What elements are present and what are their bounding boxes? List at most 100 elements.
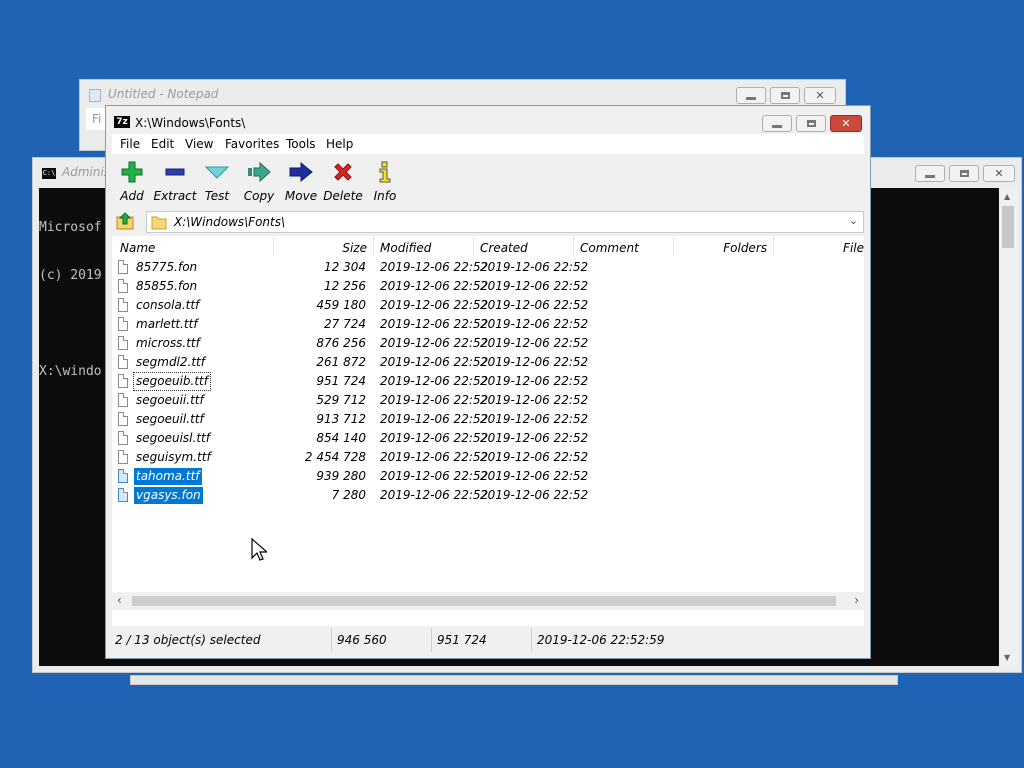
file-row[interactable]: segoeuisl.ttf 854 140 2019-12-06 22:52 2019… — [112, 429, 864, 448]
file-icon — [118, 336, 128, 350]
column-header-modified[interactable]: Modified — [374, 236, 474, 256]
notepad-menu-file[interactable]: Fi — [92, 112, 101, 126]
file-row[interactable]: 85775.fon 12 304 2019-12-06 22:52 2019-12-0… — [112, 258, 864, 277]
menu-view[interactable]: View — [185, 137, 213, 151]
file-created: 2019-12-06 22:52 — [480, 355, 589, 369]
plus-icon — [121, 161, 143, 183]
file-row[interactable]: segoeuil.ttf 913 712 2019-12-06 22:52 2019-… — [112, 410, 864, 429]
file-list-horizontal-scrollbar[interactable]: ‹ › — [112, 592, 864, 610]
file-modified: 2019-12-06 22:52 — [380, 469, 489, 483]
minimize-icon — [746, 97, 756, 100]
scroll-up-arrow-icon[interactable]: ▲ — [1004, 192, 1010, 201]
file-icon — [118, 469, 128, 483]
column-header-created[interactable]: Created — [474, 236, 574, 256]
sevenzip-titlebar[interactable]: 7z X:\Windows\Fonts\ ✕ — [106, 106, 870, 134]
scroll-down-arrow-icon[interactable]: ▼ — [1004, 653, 1010, 662]
status-bar: 2 / 13 object(s) selected 946 560 951 72… — [112, 628, 864, 652]
file-modified: 2019-12-06 22:52 — [380, 450, 489, 464]
file-modified: 2019-12-06 22:52 — [380, 317, 489, 331]
address-bar: X:\Windows\Fonts\ ⌄ — [112, 209, 864, 235]
file-name: segoeuisl.ttf — [136, 431, 210, 445]
sevenzip-window[interactable]: 7z X:\Windows\Fonts\ ✕ File Edit View Fa… — [105, 105, 871, 659]
horizontal-scroll-thumb[interactable] — [132, 596, 836, 606]
maximize-icon — [806, 120, 816, 127]
file-list[interactable]: Name Size Modified Created Comment Folde… — [112, 236, 864, 626]
close-icon: ✕ — [815, 89, 825, 102]
file-name: segoeuib.ttf — [133, 372, 211, 391]
menu-file[interactable]: File — [120, 137, 140, 151]
notepad-minimize-button[interactable] — [736, 87, 766, 104]
delete-button[interactable]: Delete — [321, 161, 365, 203]
file-modified: 2019-12-06 22:52 — [380, 412, 489, 426]
copy-button[interactable]: Copy — [237, 161, 281, 203]
file-created: 2019-12-06 22:52 — [480, 469, 589, 483]
file-size: 951 724 — [316, 374, 366, 388]
column-header-files[interactable]: File — [774, 236, 864, 256]
chevron-down-icon[interactable]: ⌄ — [849, 214, 858, 227]
file-icon — [118, 393, 128, 407]
background-window-bottom-edge — [130, 675, 898, 685]
console-close-button[interactable]: ✕ — [983, 165, 1015, 182]
move-arrow-icon — [289, 161, 313, 183]
scroll-left-arrow-icon[interactable]: ‹ — [117, 593, 122, 607]
scroll-right-arrow-icon[interactable]: › — [854, 593, 859, 607]
column-header-name[interactable]: Name — [112, 236, 274, 256]
file-row[interactable]: seguisym.ttf 2 454 728 2019-12-06 22:52 201… — [112, 448, 864, 467]
maximize-icon — [959, 170, 969, 177]
file-size: 939 280 — [316, 469, 366, 483]
notepad-titlebar[interactable]: Untitled - Notepad ✕ — [80, 80, 845, 108]
file-modified: 2019-12-06 22:52 — [380, 488, 489, 502]
move-button[interactable]: Move — [279, 161, 323, 203]
sevenzip-maximize-button[interactable] — [796, 115, 826, 132]
console-scroll-thumb[interactable] — [1002, 206, 1014, 248]
address-input[interactable]: X:\Windows\Fonts\ ⌄ — [146, 211, 864, 233]
sevenzip-close-button[interactable]: ✕ — [830, 115, 862, 132]
file-row[interactable]: segmdl2.ttf 261 872 2019-12-06 22:52 2019-1… — [112, 353, 864, 372]
file-modified: 2019-12-06 22:52 — [380, 298, 489, 312]
sevenzip-app-icon: 7z — [114, 116, 130, 128]
notepad-maximize-button[interactable] — [770, 87, 800, 104]
mouse-pointer-icon — [251, 538, 267, 561]
menu-favorites[interactable]: Favorites — [225, 137, 279, 151]
sevenzip-title: X:\Windows\Fonts\ — [135, 116, 246, 130]
menu-tools[interactable]: Tools — [286, 137, 316, 151]
console-maximize-button[interactable] — [949, 165, 979, 182]
file-row[interactable]: segoeuii.ttf 529 712 2019-12-06 22:52 2019-… — [112, 391, 864, 410]
file-name: segoeuil.ttf — [136, 412, 204, 426]
column-header-comment[interactable]: Comment — [574, 236, 674, 256]
file-row[interactable]: 85855.fon 12 256 2019-12-06 22:52 2019-12-0… — [112, 277, 864, 296]
up-folder-button[interactable] — [116, 212, 138, 232]
add-button[interactable]: Add — [110, 161, 154, 203]
file-created: 2019-12-06 22:52 — [480, 488, 589, 502]
file-row-selected[interactable]: tahoma.ttf 939 280 2019-12-06 22:52 2019-12… — [112, 467, 864, 486]
notepad-title: Untitled - Notepad — [108, 87, 219, 101]
file-row[interactable]: micross.ttf 876 256 2019-12-06 22:52 2019-1… — [112, 334, 864, 353]
console-minimize-button[interactable] — [915, 165, 945, 182]
file-row[interactable]: consola.ttf 459 180 2019-12-06 22:52 2019-1… — [112, 296, 864, 315]
file-row[interactable]: marlett.ttf 27 724 2019-12-06 22:52 2019-12… — [112, 315, 864, 334]
delete-label: Delete — [323, 189, 363, 203]
notepad-close-button[interactable]: ✕ — [804, 87, 836, 104]
column-header-size[interactable]: Size — [274, 236, 374, 256]
file-size: 459 180 — [316, 298, 366, 312]
menu-help[interactable]: Help — [326, 137, 353, 151]
file-row-selected[interactable]: vgasys.fon 7 280 2019-12-06 22:52 2019-12-0… — [112, 486, 864, 505]
sevenzip-minimize-button[interactable] — [762, 115, 792, 132]
column-header-folders[interactable]: Folders — [674, 236, 774, 256]
add-label: Add — [120, 189, 144, 203]
console-vertical-scrollbar[interactable]: ▲ ▼ — [999, 188, 1017, 666]
file-icon — [118, 450, 128, 464]
extract-button[interactable]: Extract — [153, 161, 197, 203]
file-name: seguisym.ttf — [136, 450, 211, 464]
file-created: 2019-12-06 22:52 — [480, 317, 589, 331]
file-created: 2019-12-06 22:52 — [480, 336, 589, 350]
file-modified: 2019-12-06 22:52 — [380, 374, 489, 388]
test-button[interactable]: Test — [195, 161, 239, 203]
file-size: 27 724 — [324, 317, 366, 331]
menu-edit[interactable]: Edit — [151, 137, 174, 151]
info-button[interactable]: Info — [363, 161, 407, 203]
file-name: tahoma.ttf — [134, 468, 202, 485]
file-size: 261 872 — [316, 355, 366, 369]
file-size: 12 304 — [324, 260, 366, 274]
file-row-focused[interactable]: segoeuib.ttf 951 724 2019-12-06 22:52 2019-… — [112, 372, 864, 391]
